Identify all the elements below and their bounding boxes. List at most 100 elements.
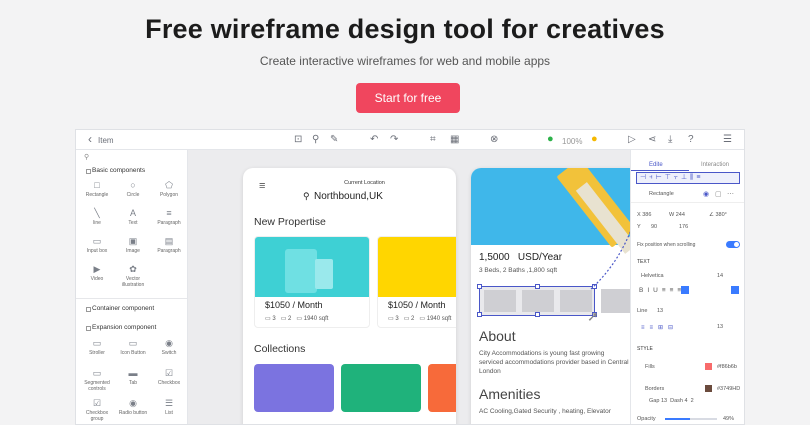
collection-card[interactable]: [428, 364, 456, 412]
design-canvas[interactable]: ≡ Current Location ⚲ Northbound,UK New P…: [188, 150, 636, 424]
component-input-box[interactable]: ▭ Input box: [80, 236, 114, 255]
component-label: Video: [90, 276, 104, 282]
vector-illustration-icon: ✿: [129, 264, 137, 274]
property-card[interactable]: $1050 / Month ▭ 3 ▭ 2 ▭ 1940 sqft: [377, 236, 456, 328]
phone-screen-home[interactable]: ≡ Current Location ⚲ Northbound,UK New P…: [243, 168, 456, 424]
input-box-icon: ▭: [92, 236, 102, 246]
section-basic-components[interactable]: Basic components: [85, 167, 145, 174]
gap-value[interactable]: 13: [661, 398, 667, 404]
component-label: Stroller: [89, 350, 105, 356]
resize-handle[interactable]: [535, 284, 540, 289]
rectangle-icon: □: [94, 180, 100, 190]
zoom-out-icon[interactable]: ●: [547, 132, 554, 146]
polygon-icon: ⬠: [165, 180, 173, 190]
more-icon[interactable]: ⋯: [727, 190, 734, 198]
component-list[interactable]: ☰ List: [152, 399, 186, 417]
align-icon[interactable]: ▦: [450, 133, 459, 147]
phone-screen-detail[interactable]: 1,5000 USD/Year 3 Beds, 2 Baths ,1,800 s…: [471, 168, 636, 424]
align-toolbar[interactable]: ⊣⫞⊢⊤⫟⊥⫼≡: [636, 172, 740, 184]
component-checkbox[interactable]: ☑ Checkbox: [152, 369, 186, 387]
play-icon[interactable]: ▷: [628, 133, 636, 147]
fills-swatch[interactable]: [705, 363, 712, 370]
component-icon[interactable]: ⊗: [490, 133, 498, 147]
component-paragraph[interactable]: ▤ Paragraph: [152, 237, 186, 255]
component-text[interactable]: A Text: [116, 209, 150, 227]
component-tab[interactable]: ▬ Tab: [116, 369, 150, 387]
circle-icon: ○: [130, 180, 136, 190]
selected-image-strip[interactable]: [477, 284, 597, 317]
area-icon: ▭: [296, 316, 303, 322]
w-value[interactable]: 244: [676, 212, 685, 218]
location-name[interactable]: Northbound,UK: [314, 191, 383, 202]
section-expansion-component[interactable]: Expansion component: [85, 324, 156, 331]
component-label: List: [165, 410, 173, 416]
property-image: [378, 237, 456, 297]
component-label: Switch: [161, 350, 177, 356]
section-container-component[interactable]: Container component: [85, 305, 154, 312]
component-icon-button[interactable]: ▭ Icon Button: [116, 339, 150, 357]
lock-icon[interactable]: ▢: [715, 190, 722, 198]
borders-hex[interactable]: #3749HD: [717, 386, 740, 392]
resize-handle[interactable]: [477, 284, 482, 289]
component-radio-button[interactable]: ◉ Radio button: [116, 399, 150, 417]
share-icon[interactable]: ⋖: [648, 133, 656, 147]
component-rectangle[interactable]: □ Rectangle: [80, 180, 114, 199]
opacity-slider[interactable]: [665, 418, 717, 420]
x-value[interactable]: 386: [642, 212, 651, 218]
component-circle[interactable]: ○ Circle: [116, 180, 150, 199]
h-value[interactable]: 380°: [715, 212, 726, 218]
component-paragraph[interactable]: ≡ Paragraph: [152, 209, 186, 227]
help-icon[interactable]: ?: [688, 133, 694, 147]
search-icon[interactable]: ⚲: [84, 153, 89, 161]
r-value[interactable]: 90: [651, 224, 657, 230]
component-label: Radio button: [118, 410, 148, 416]
add-frame-icon[interactable]: ⊡: [294, 133, 302, 147]
opacity-label: Opacity: [637, 416, 656, 422]
component-image[interactable]: ▣ Image: [116, 237, 150, 255]
font-select[interactable]: Helvetica: [641, 273, 664, 279]
spacing-toolbar[interactable]: ≡≡⊞⊟: [641, 324, 701, 333]
component-vector-illustration[interactable]: ✿ Vector illustration: [116, 264, 150, 289]
resize-handle[interactable]: [535, 312, 540, 317]
resize-handle[interactable]: [477, 312, 482, 317]
font-size-select[interactable]: 14: [717, 273, 723, 279]
pen-icon[interactable]: ✎: [330, 133, 338, 147]
zoom-in-icon[interactable]: ●: [591, 132, 598, 146]
link-icon[interactable]: ⚲: [312, 133, 319, 147]
crop-icon[interactable]: ⌗: [430, 133, 436, 147]
back-label[interactable]: Item: [98, 134, 114, 148]
component-stroller[interactable]: ▭ Stroller: [80, 339, 114, 357]
beds-count: 3: [395, 316, 399, 322]
start-for-free-button[interactable]: Start for free: [356, 83, 460, 113]
line-value[interactable]: 13: [657, 308, 663, 314]
component-label: Image: [126, 248, 140, 254]
property-card[interactable]: $1050 / Month ▭ 3 ▭ 2 ▭ 1940 sqft: [254, 236, 370, 328]
undo-icon[interactable]: ↶: [370, 133, 378, 147]
l-value[interactable]: 176: [679, 224, 688, 230]
component-checkbox-group[interactable]: ☑ Checkbox group: [80, 399, 114, 423]
component-video[interactable]: ▶ Video: [80, 265, 114, 283]
tab-interaction[interactable]: Interaction: [701, 162, 729, 168]
opacity-value[interactable]: 49%: [723, 416, 734, 422]
app-window: ‹ Item ⊡ ⚲ ✎ ↶ ↷ ⌗ ▦ ⊗ ● 100% ● ▷ ⋖ ⤓ ? …: [75, 129, 745, 425]
dash-b-value[interactable]: 2: [691, 398, 694, 404]
redo-icon[interactable]: ↷: [390, 133, 398, 147]
collection-card[interactable]: [254, 364, 334, 412]
export-icon[interactable]: ⤓: [668, 133, 672, 147]
borders-swatch[interactable]: [705, 385, 712, 392]
dash-a-value[interactable]: 4: [685, 398, 688, 404]
collection-card[interactable]: [341, 364, 421, 412]
back-icon[interactable]: ‹: [88, 132, 92, 146]
tab-edit[interactable]: Edite: [649, 162, 663, 168]
fix-position-toggle[interactable]: [726, 241, 740, 248]
menu-icon[interactable]: ☰: [723, 133, 732, 147]
style-section-label: STYLE: [637, 346, 653, 352]
property-price: $1050 / Month: [265, 300, 323, 310]
visibility-icon[interactable]: ◉: [703, 190, 709, 198]
fills-hex[interactable]: #f86b6b: [717, 364, 737, 370]
spacing-value[interactable]: 13: [717, 324, 723, 330]
component-line[interactable]: ╲ line: [80, 209, 114, 227]
component-switch[interactable]: ◉ Switch: [152, 339, 186, 357]
component-polygon[interactable]: ⬠ Polygon: [152, 180, 186, 199]
component-segmented-controls[interactable]: ▭ Segmented controls: [80, 369, 114, 393]
